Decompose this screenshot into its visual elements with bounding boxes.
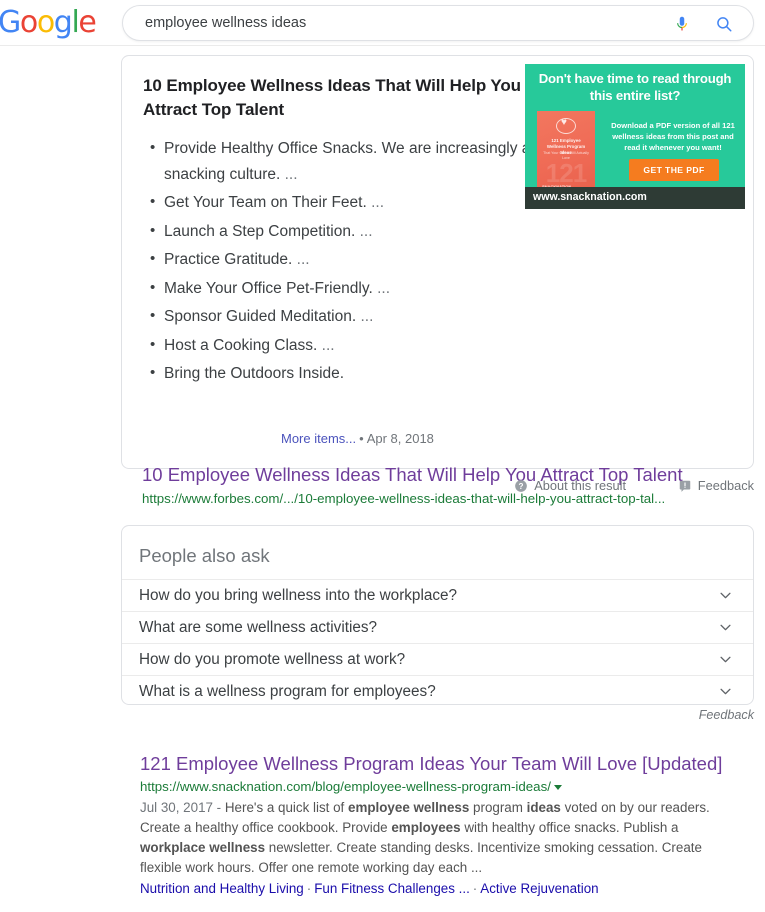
- featured-snippet-thumbnail[interactable]: Don't have time to read through this ent…: [525, 64, 745, 209]
- sitelink-separator: ·: [306, 881, 312, 896]
- organic-result-date: Jul 30, 2017 -: [140, 800, 225, 815]
- list-item-text: Practice Gratitude.: [164, 251, 293, 268]
- result-actions-row: ? About this result Feedback: [121, 478, 754, 498]
- thumbnail-book-cover: 121 Employee Wellness Program Ideas That…: [537, 111, 595, 193]
- get-the-pdf-button[interactable]: GET THE PDF: [629, 159, 719, 181]
- logo-letter-o1: o: [19, 5, 38, 40]
- list-item-text: Host a Cooking Class.: [164, 336, 318, 354]
- heart-badge-icon: [556, 117, 576, 134]
- paa-question-row[interactable]: How do you promote wellness at work?: [122, 643, 753, 675]
- flag-feedback-icon: [679, 480, 691, 492]
- chevron-down-icon[interactable]: [720, 656, 731, 663]
- paa-feedback-link[interactable]: Feedback: [121, 708, 754, 722]
- organic-result-url[interactable]: https://www.snacknation.com/blog/employe…: [140, 777, 750, 796]
- sitelink[interactable]: Active Rejuvenation: [480, 881, 598, 896]
- list-item-ellipsis: ...: [360, 308, 374, 325]
- list-item: Launch a Step Competition. ...: [150, 218, 542, 245]
- sitelink-separator: ·: [472, 881, 478, 896]
- svg-text:?: ?: [519, 482, 524, 491]
- people-also-ask-title: People also ask: [139, 545, 270, 566]
- featured-snippet-title: 10 Employee Wellness Ideas That Will Hel…: [143, 76, 521, 119]
- people-also-ask-list: How do you bring wellness into the workp…: [122, 579, 753, 704]
- description-bold-term: employees: [391, 820, 461, 835]
- chevron-down-icon[interactable]: [720, 688, 731, 695]
- search-input[interactable]: [143, 6, 663, 40]
- search-header: Google: [0, 0, 765, 46]
- list-item-text: Sponsor Guided Meditation.: [164, 308, 357, 325]
- search-icon[interactable]: [715, 15, 733, 33]
- paa-question-row[interactable]: How do you bring wellness into the workp…: [122, 579, 753, 611]
- list-item: Host a Cooking Class. ...: [150, 332, 542, 359]
- list-item-ellipsis: ...: [371, 194, 385, 211]
- logo-letter-l: l: [71, 5, 79, 40]
- paa-question-label: What is a wellness program for employees…: [139, 683, 436, 700]
- paa-question-label: How do you bring wellness into the workp…: [139, 587, 458, 604]
- description-text: Here's a quick list of: [224, 800, 348, 815]
- chevron-down-icon[interactable]: [720, 624, 731, 631]
- featured-snippet-list: Provide Healthy Office Snacks. We are in…: [142, 135, 542, 390]
- url-dropdown-caret-icon[interactable]: [553, 784, 562, 790]
- featured-snippet-footer: More items... • Apr 8, 2018: [281, 431, 434, 446]
- list-item: Make Your Office Pet-Friendly. ...: [150, 275, 542, 302]
- description-bold-term: workplace wellness: [140, 840, 266, 855]
- thumbnail-copy: Download a PDF version of all 121 wellne…: [611, 121, 735, 152]
- sitelink[interactable]: Nutrition and Healthy Living: [140, 881, 304, 896]
- list-item-ellipsis: ...: [296, 251, 310, 268]
- chevron-down-icon[interactable]: [720, 592, 731, 599]
- about-this-result-label: About this result: [534, 478, 626, 493]
- list-item: Provide Healthy Office Snacks. We are in…: [150, 135, 542, 187]
- logo-letter-e: e: [78, 5, 96, 40]
- organic-result-description-body: Here's a quick list of employee wellness…: [140, 800, 710, 875]
- featured-snippet-date: Apr 8, 2018: [366, 431, 434, 446]
- thumbnail-headline: Don't have time to read through this ent…: [538, 71, 732, 103]
- list-item-text: Get Your Team on Their Feet.: [164, 194, 367, 211]
- google-logo[interactable]: Google: [0, 5, 97, 40]
- description-text: with healthy office snacks. Publish a: [460, 820, 679, 835]
- organic-result-title[interactable]: 121 Employee Wellness Program Ideas Your…: [140, 752, 750, 776]
- list-item-ellipsis: ...: [284, 165, 298, 183]
- feedback-button[interactable]: Feedback: [679, 478, 754, 493]
- list-item-text: Provide Healthy Office Snacks. We are in…: [164, 140, 531, 183]
- organic-result-url-text: https://www.snacknation.com/blog/employe…: [140, 779, 551, 794]
- organic-result-sitelinks: Nutrition and Healthy Living · Fun Fitness…: [140, 879, 750, 899]
- description-bold-term: ideas: [526, 800, 561, 815]
- list-item: Get Your Team on Their Feet. ...: [150, 189, 542, 216]
- list-item: Bring the Outdoors Inside.: [150, 360, 542, 387]
- microphone-icon[interactable]: [673, 14, 691, 33]
- search-box[interactable]: [122, 5, 754, 41]
- list-item: Practice Gratitude. ...: [150, 246, 542, 273]
- list-item-ellipsis: ...: [359, 222, 373, 240]
- thumbnail-source-domain: www.snacknation.com: [533, 191, 647, 203]
- logo-letter-g: g: [53, 5, 73, 40]
- paa-question-row[interactable]: What are some wellness activities?: [122, 611, 753, 643]
- description-text: program: [469, 800, 527, 815]
- list-item-ellipsis: ...: [321, 336, 335, 354]
- paa-question-label: What are some wellness activities?: [139, 619, 378, 636]
- paa-question-row[interactable]: What is a wellness program for employees…: [122, 675, 753, 704]
- list-item-text: Launch a Step Competition.: [164, 222, 356, 240]
- sitelink[interactable]: Fun Fitness Challenges ...: [314, 881, 470, 896]
- organic-result-description: Jul 30, 2017 - Here's a quick list of em…: [140, 798, 736, 878]
- paa-question-label: How do you promote wellness at work?: [139, 651, 406, 668]
- logo-letter-G: G: [0, 5, 21, 40]
- people-also-ask-card: People also ask How do you bring wellnes…: [121, 525, 754, 705]
- logo-letter-o2: o: [36, 5, 55, 40]
- featured-snippet-card: 10 Employee Wellness Ideas That Will Hel…: [121, 55, 754, 506]
- thumbnail-source-bar: www.snacknation.com: [525, 187, 745, 209]
- list-item: Sponsor Guided Meditation. ...: [150, 303, 542, 330]
- question-mark-circle-icon: ?: [515, 480, 528, 492]
- more-items-link[interactable]: More items...: [281, 431, 356, 446]
- separator-dot: •: [359, 431, 364, 446]
- about-this-result-button[interactable]: ? About this result: [515, 478, 626, 493]
- list-item-text: Bring the Outdoors Inside.: [164, 365, 345, 382]
- list-item-ellipsis: ...: [377, 279, 391, 297]
- description-bold-term: employee wellness: [348, 800, 470, 815]
- organic-result: 121 Employee Wellness Program Ideas Your…: [140, 752, 750, 899]
- list-item-text: Make Your Office Pet-Friendly.: [164, 279, 373, 297]
- feedback-label: Feedback: [697, 478, 754, 493]
